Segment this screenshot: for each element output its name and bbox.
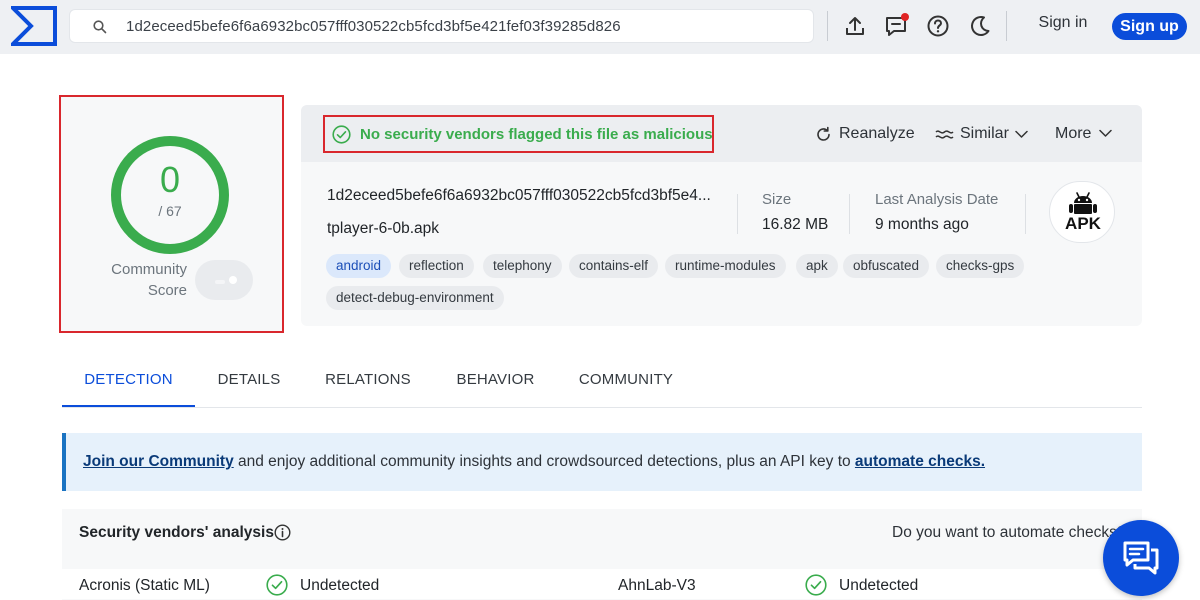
banner-text: and enjoy additional community insights …	[233, 453, 855, 470]
search-icon	[93, 20, 107, 34]
tag[interactable]: apk	[796, 254, 838, 278]
reanalyze-button[interactable]: Reanalyze	[815, 124, 915, 146]
automate-checks-link[interactable]: automate checks.	[855, 453, 985, 470]
upload-icon[interactable]	[842, 13, 868, 39]
vendor-result: Undetected	[839, 577, 919, 594]
virustotal-logo-icon[interactable]	[8, 6, 57, 46]
file-hash[interactable]: 1d2eceed5befe6f6a6932bc057fff030522cb5fc…	[327, 187, 711, 205]
file-info-card: No security vendors flagged this file as…	[301, 105, 1142, 326]
check-circle-icon	[332, 125, 351, 144]
chat-notification-icon[interactable]	[884, 13, 910, 39]
search-box[interactable]	[69, 9, 814, 43]
community-score-indicator[interactable]	[195, 260, 253, 300]
detection-count: 0	[159, 159, 181, 200]
tag[interactable]: telephony	[483, 254, 562, 278]
tag[interactable]: reflection	[399, 254, 474, 278]
vendors-section: Security vendors' analysis Do you want t…	[62, 509, 1142, 600]
toolbar-divider	[1006, 11, 1007, 41]
chevron-down-icon	[1099, 129, 1112, 137]
engine-total: / 67	[158, 203, 182, 219]
vendors-heading: Security vendors' analysis	[79, 524, 274, 541]
tag[interactable]: runtime-modules	[665, 254, 786, 278]
toolbar-divider	[827, 11, 828, 41]
tab-behavior[interactable]: BEHAVIOR	[448, 358, 543, 407]
join-community-link[interactable]: Join our Community	[83, 453, 234, 470]
file-info-header: No security vendors flagged this file as…	[301, 105, 1142, 162]
tag[interactable]: android	[326, 254, 392, 278]
vendor-name: Acronis (Static ML)	[79, 577, 210, 594]
meta-divider	[737, 194, 738, 234]
size-value: 16.82 MB	[762, 216, 829, 233]
support-chat-button[interactable]	[1103, 520, 1179, 596]
tab-relations[interactable]: RELATIONS	[320, 358, 416, 407]
dark-mode-icon[interactable]	[967, 13, 993, 39]
check-circle-icon	[266, 574, 288, 596]
check-circle-icon	[805, 574, 827, 596]
meta-divider	[849, 194, 850, 234]
vendor-row: Acronis (Static ML) Undetected AhnLab-V3…	[62, 569, 1142, 599]
file-type-label: APK	[1065, 214, 1101, 233]
report-tabs: DETECTION DETAILS RELATIONS BEHAVIOR COM…	[62, 358, 1142, 408]
size-label: Size	[762, 191, 792, 208]
sign-up-button[interactable]: Sign up	[1112, 13, 1187, 40]
automate-checks-prompt[interactable]: Do you want to automate checks?	[892, 524, 1126, 542]
file-name: tplayer-6-0b.apk	[327, 220, 440, 237]
verdict-banner: No security vendors flagged this file as…	[323, 115, 714, 153]
last-analysis-label: Last Analysis Date	[875, 191, 999, 208]
file-type-badge: APK	[1049, 181, 1115, 243]
top-bar: Sign in Sign up	[0, 0, 1200, 54]
help-icon[interactable]	[925, 13, 951, 39]
tab-community[interactable]: COMMUNITY	[571, 358, 681, 407]
similar-button[interactable]: Similar	[935, 124, 1030, 146]
meta-divider	[1025, 194, 1026, 234]
last-analysis-value: 9 months ago	[875, 216, 969, 233]
tab-detection[interactable]: DETECTION	[62, 358, 195, 407]
refresh-icon	[817, 126, 830, 141]
tag[interactable]: contains-elf	[569, 254, 659, 278]
vendor-result: Undetected	[300, 577, 380, 594]
tag[interactable]: detect-debug-environment	[326, 286, 504, 310]
tab-details[interactable]: DETAILS	[208, 358, 290, 407]
notification-dot	[901, 13, 909, 21]
more-button[interactable]: More	[1055, 124, 1117, 146]
chevron-down-icon	[1015, 130, 1028, 138]
community-banner: Join our Community and enjoy additional …	[62, 433, 1142, 491]
chat-icon	[1123, 541, 1159, 575]
info-icon[interactable]	[274, 524, 291, 541]
tag[interactable]: checks-gps	[936, 254, 1025, 278]
community-score-label: Community Score	[111, 261, 187, 299]
vendor-name: AhnLab-V3	[618, 577, 696, 594]
search-input[interactable]	[126, 15, 806, 37]
detection-score-panel: 0 / 67 Community Score	[59, 95, 284, 333]
tag[interactable]: obfuscated	[843, 254, 930, 278]
similar-icon	[935, 130, 954, 139]
verdict-text: No security vendors flagged this file as…	[360, 126, 713, 143]
sign-in-link[interactable]: Sign in	[1028, 14, 1098, 38]
